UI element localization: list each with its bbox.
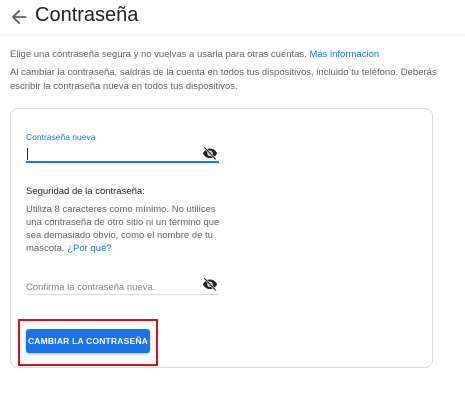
confirm-password-underline [26,294,219,295]
change-password-button[interactable]: CAMBIAR LA CONTRASEÑA [26,329,150,353]
password-strength-text: Utiliza 8 caracteres como mínimo. No uti… [26,203,231,255]
password-strength-title: Seguridad de la contraseña: [26,186,145,197]
new-password-field[interactable] [26,161,219,163]
confirm-password-input[interactable] [26,280,219,294]
eye-off-icon[interactable] [202,146,218,160]
why-link[interactable]: ¿Por qué? [67,243,111,254]
page-title: Contraseña [35,4,139,26]
eye-off-icon[interactable] [202,277,218,291]
intro-text: Elige una contraseña segura y no vuelvas… [10,48,460,62]
intro-line1: Elige una contraseña segura y no vuelvas… [10,49,307,60]
arrow-back-icon[interactable] [8,6,30,28]
sign-out-notice: Al cambiar la contraseña, saldrás de la … [10,67,437,92]
password-strength-hint: Utiliza 8 caracteres como mínimo. No uti… [26,204,220,254]
new-password-label: Contraseña nueva [26,132,96,142]
text-caret [27,148,28,160]
more-info-link[interactable]: Más información [309,49,379,60]
page-header: Contraseña [0,0,465,36]
